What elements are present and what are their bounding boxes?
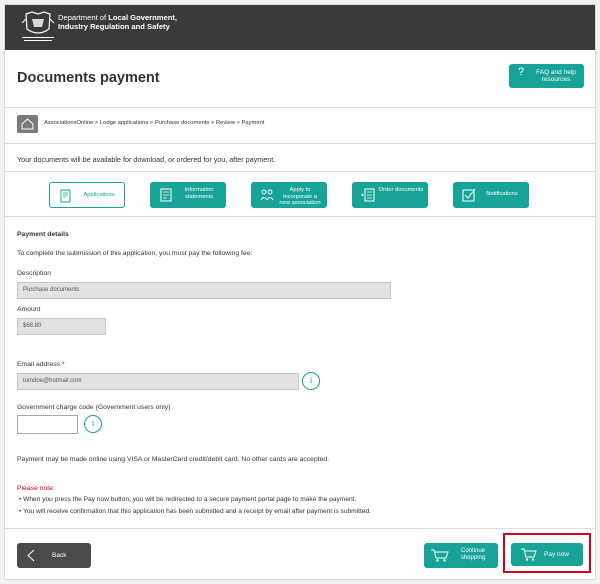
email-info-icon[interactable]: i <box>302 372 320 390</box>
payment-details-heading: Payment details <box>17 231 69 238</box>
email-field[interactable]: tomdoe@hotmail.com <box>17 373 299 390</box>
page-title: Documents payment <box>17 70 160 86</box>
people-group-icon <box>259 187 275 203</box>
nav-notifications[interactable]: Notifications <box>453 182 529 208</box>
footer-actions: Back Continue shopping Pay now <box>5 528 595 580</box>
faq-help-label: FAQ and help resources <box>536 69 576 83</box>
nav-information-statements-label: Information statements <box>184 187 214 200</box>
help-question-icon: ? <box>518 66 525 78</box>
nav-applications-label: Applications <box>83 192 115 198</box>
nav-applications[interactable]: Applications <box>49 182 125 208</box>
pay-now-button[interactable]: Pay now <box>511 543 583 566</box>
nav-apply-incorporate[interactable]: Apply to incorporate a new association <box>251 182 327 208</box>
amount-field: $68.80 <box>17 318 106 335</box>
nav-buttons-row: Applications Information statements Appl… <box>5 171 595 217</box>
gov-code-info-icon[interactable]: i <box>84 415 102 433</box>
chevron-left-icon <box>25 548 37 563</box>
breadcrumb[interactable]: AssociationsOnline > Lodge applications … <box>44 120 264 126</box>
nav-information-statements[interactable]: Information statements <box>150 182 226 208</box>
nav-apply-incorporate-label: Apply to incorporate a new association <box>279 187 321 206</box>
department-name: Department of Local Government, Industry… <box>58 13 177 31</box>
cards-accepted-note: Payment may be made online using VISA or… <box>17 456 330 463</box>
page-header: Documents payment ? FAQ and help resourc… <box>5 50 595 108</box>
note-bullet-1: • When you press the Pay now button, you… <box>19 496 357 503</box>
amount-label: Amount <box>17 306 41 313</box>
continue-shopping-label: Continue shopping <box>460 548 486 561</box>
nav-order-documents[interactable]: Order documents <box>352 182 428 208</box>
required-asterisk: * <box>61 361 65 368</box>
intro-text: Your documents will be available for dow… <box>17 155 276 164</box>
home-icon[interactable] <box>17 115 38 133</box>
page-frame: Department of Local Government, Industry… <box>4 4 596 580</box>
pay-now-highlight: Pay now <box>503 533 591 573</box>
nav-order-documents-label: Order documents <box>378 187 424 193</box>
pay-now-label: Pay now <box>544 551 569 558</box>
order-documents-icon <box>360 187 376 203</box>
note-title: Please note: <box>17 485 55 492</box>
faq-help-button[interactable]: ? FAQ and help resources <box>509 64 584 88</box>
information-statements-icon <box>158 187 174 203</box>
back-button[interactable]: Back <box>17 543 91 568</box>
gov-charge-code-input[interactable] <box>17 415 78 434</box>
email-label: Email address * <box>17 361 65 368</box>
description-label: Description <box>17 270 51 277</box>
notifications-icon <box>461 187 477 203</box>
breadcrumb-bar: AssociationsOnline > Lodge applications … <box>5 108 595 144</box>
dept-name-line2: Industry Regulation and Safety <box>58 22 170 31</box>
back-button-label: Back <box>52 552 67 559</box>
dept-name-bold: Local Government, <box>108 13 178 22</box>
continue-shopping-button[interactable]: Continue shopping <box>424 543 498 568</box>
top-bar: Department of Local Government, Industry… <box>5 5 595 50</box>
government-crest-icon <box>18 11 58 45</box>
description-field: Purchase documents <box>17 282 391 299</box>
nav-notifications-label: Notifications <box>486 191 518 197</box>
dept-name-prefix: Department of <box>58 13 109 22</box>
cart-icon <box>520 547 538 562</box>
cart-icon <box>430 548 450 563</box>
email-label-text: Email address <box>17 361 61 368</box>
note-bullet-2: • You will receive confirmation that thi… <box>19 508 371 515</box>
payment-instruction: To complete the submission of this appli… <box>17 250 253 257</box>
gov-charge-code-label: Government charge code (Government users… <box>17 404 171 411</box>
applications-icon <box>58 188 74 204</box>
